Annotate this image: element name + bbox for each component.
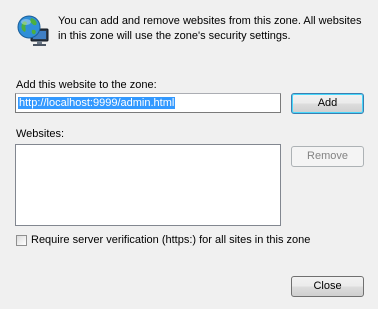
add-site-label: Add this website to the zone: (16, 79, 157, 91)
server-verification-checkbox[interactable] (16, 234, 27, 246)
websites-list[interactable] (15, 144, 281, 226)
globe-computer-icon (16, 14, 50, 48)
close-button[interactable]: Close (291, 276, 364, 297)
websites-label: Websites: (16, 128, 65, 140)
remove-button[interactable]: Remove (291, 146, 364, 167)
site-zone-dialog: You can add and remove websites from thi… (0, 0, 378, 309)
server-verification-option[interactable]: Require server verification (https:) for… (16, 233, 310, 247)
site-url-value: http://localhost:9999/admin.html (18, 97, 176, 109)
server-verification-label: Require server verification (https:) for… (31, 234, 311, 246)
site-url-input[interactable]: http://localhost:9999/admin.html (15, 93, 281, 113)
add-button[interactable]: Add (291, 93, 364, 114)
intro-text: You can add and remove websites from thi… (58, 15, 362, 42)
